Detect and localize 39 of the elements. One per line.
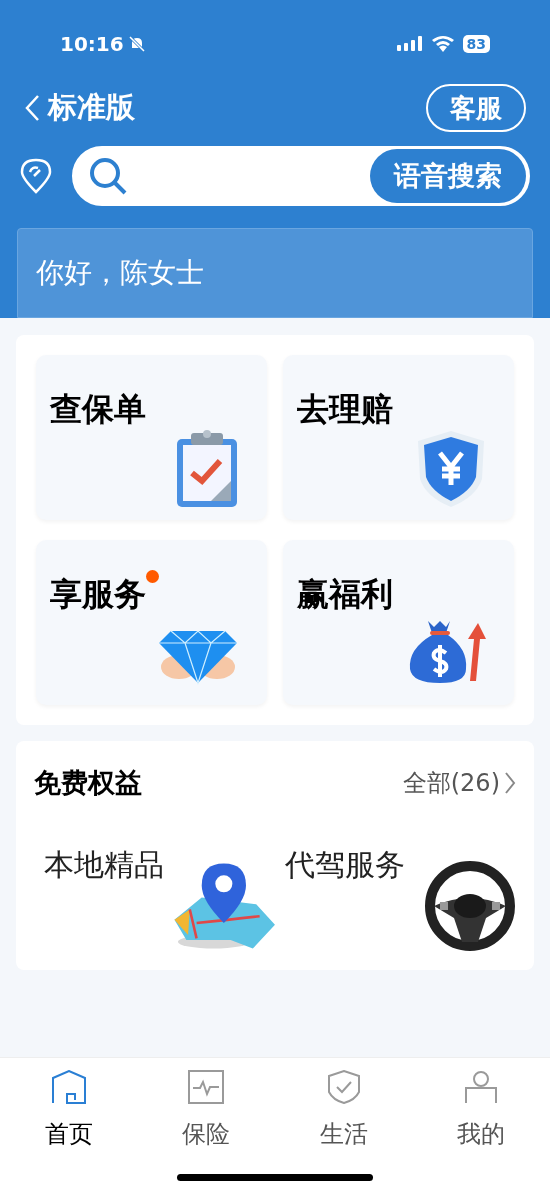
benefit-label: 本地精品	[44, 845, 164, 884]
action-card[interactable]: 赢福利	[283, 540, 514, 705]
home-icon	[50, 1070, 87, 1104]
shield-icon	[416, 429, 486, 509]
tab-item[interactable]: 首页	[0, 1070, 138, 1152]
page-title: 标准版	[48, 89, 135, 127]
wifi-icon	[430, 35, 455, 53]
activity-chart-icon	[188, 1070, 225, 1104]
benefit-item[interactable]: 代驾服务	[275, 827, 516, 952]
action-label: 去理赔	[297, 389, 393, 429]
back-icon[interactable]	[24, 94, 40, 122]
voice-search-button[interactable]: 语音搜索	[370, 149, 526, 203]
location-icon[interactable]	[20, 158, 52, 194]
tab-item[interactable]: 生活	[275, 1070, 413, 1152]
action-label: 查保单	[50, 389, 146, 429]
benefit-label: 代驾服务	[285, 845, 405, 884]
chevron-right-icon[interactable]	[504, 771, 516, 796]
search-icon	[88, 156, 128, 196]
status-time: 10:16	[60, 31, 124, 58]
battery-indicator: 83	[462, 35, 490, 53]
bell-muted-icon	[127, 35, 146, 53]
customer-service-button[interactable]: 客服	[426, 84, 526, 132]
shield-check-icon	[326, 1070, 361, 1104]
action-label: 享服务	[50, 574, 146, 614]
user-icon	[464, 1070, 499, 1104]
tab-item[interactable]: 我的	[412, 1070, 550, 1152]
greeting-text: 你好，陈女士	[36, 255, 204, 291]
action-card[interactable]: 去理赔	[283, 355, 514, 520]
action-label: 赢福利	[297, 574, 393, 614]
action-card[interactable]: 享服务	[36, 540, 267, 705]
benefit-item[interactable]: 本地精品	[34, 827, 275, 952]
steering-wheel-icon	[424, 859, 516, 952]
tab-item[interactable]: 保险	[137, 1070, 275, 1152]
search-field[interactable]: 语音搜索	[72, 146, 530, 206]
section-title: 免费权益	[34, 766, 142, 800]
signal-icon	[396, 35, 423, 53]
action-card[interactable]: 查保单	[36, 355, 267, 520]
view-all-link[interactable]: 全部(26)	[402, 765, 500, 802]
clipboard-icon	[175, 429, 239, 509]
